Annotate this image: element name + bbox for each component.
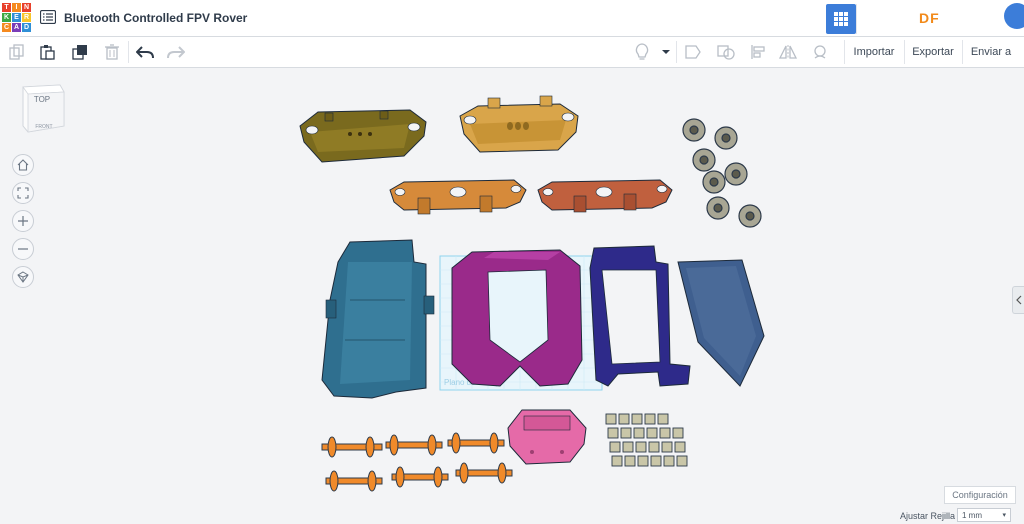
navy-frame[interactable] [589, 245, 691, 387]
pink-plate[interactable] [507, 409, 587, 465]
settings-button[interactable]: Configuración [944, 486, 1016, 504]
teal-chassis[interactable] [321, 239, 435, 399]
olive-bracket[interactable] [299, 109, 427, 163]
snap-grid-value: 1 mm [962, 510, 982, 520]
slate-lid[interactable] [677, 259, 765, 387]
gear-set[interactable] [682, 118, 762, 228]
orange-bracket[interactable] [389, 179, 527, 215]
chevron-down-icon: ▾ [1002, 512, 1006, 519]
tread-links[interactable] [605, 413, 688, 467]
snap-grid-label: Ajustar Rejilla [900, 511, 956, 521]
workplane-scene[interactable]: Plano de trabajo [0, 0, 1024, 524]
wheel-axles[interactable] [321, 432, 513, 492]
snap-grid-select[interactable]: 1 mm ▾ [957, 508, 1011, 522]
magenta-frame[interactable] [451, 249, 583, 387]
rust-bracket[interactable] [537, 179, 673, 213]
panel-collapse-button[interactable] [1012, 286, 1024, 314]
tan-bracket[interactable] [459, 95, 579, 153]
chevron-left-icon [1016, 295, 1022, 305]
